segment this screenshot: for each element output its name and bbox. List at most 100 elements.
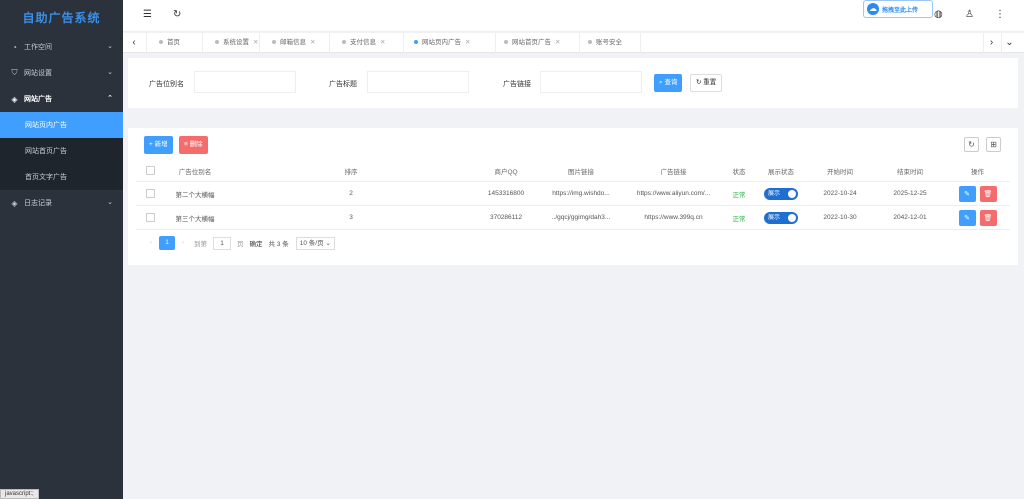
globe-icon[interactable]: ◍ xyxy=(934,9,943,20)
switch-knob xyxy=(788,189,796,198)
cell-alias: 第二个大横幅 xyxy=(175,191,215,199)
table-row: 第三个大横幅 3 370286112 ../gqcj/ggimg/dah3...… xyxy=(136,206,1010,230)
reset-button-label: 重置 xyxy=(703,79,717,86)
page-button-current[interactable]: 1 xyxy=(159,236,175,250)
columns-toggle-icon[interactable]: ⊞ xyxy=(986,137,1001,152)
col-header-start: 开始时间 xyxy=(827,168,853,176)
close-icon[interactable]: ✕ xyxy=(310,39,315,46)
switch-knob xyxy=(788,213,796,222)
sidebar-subitem-home-ads[interactable]: 网站首页广告 xyxy=(0,138,123,164)
close-icon[interactable]: ✕ xyxy=(380,39,385,46)
pencil-icon: ✎ xyxy=(964,214,970,222)
next-page-icon[interactable]: › xyxy=(175,236,191,250)
sidebar-item-workspace[interactable]: ◔ 工作空间 ⌄ xyxy=(0,34,123,60)
tab-payment[interactable]: 支付信息 ✕ xyxy=(329,33,403,53)
add-button[interactable]: + 新增 xyxy=(144,136,173,154)
cell-ad-link: https://www.aliyun.com/... xyxy=(636,190,711,197)
sidebar: 自助广告系统 ◔ 工作空间 ⌄ ⛉ 网站设置 ⌄ ◈ 网站广告 ⌃ 网站页内广告… xyxy=(0,0,123,499)
drag-upload-button[interactable]: ☁ 拖拽至此上传 xyxy=(863,0,933,18)
tab-label: 支付信息 xyxy=(350,39,376,46)
switch-label: 展示 xyxy=(768,214,781,221)
tab-label: 系统设置 xyxy=(223,39,249,46)
dashboard-icon: ◔ xyxy=(12,42,17,52)
upload-label: 拖拽至此上传 xyxy=(882,7,919,14)
user-icon[interactable]: ♙ xyxy=(965,9,974,20)
pencil-icon: ✎ xyxy=(964,190,970,198)
cell-qq: 1453316800 xyxy=(487,190,525,197)
cell-alias: 第三个大横幅 xyxy=(175,215,215,223)
goto-page-input[interactable]: 1 xyxy=(213,236,231,250)
chevron-down-icon: ⌄ xyxy=(107,199,113,206)
total-count: 共 3 条 xyxy=(268,241,289,248)
close-icon[interactable]: ✕ xyxy=(555,39,560,46)
tab-home-ads[interactable]: 网站首页广告 ✕ xyxy=(495,33,579,53)
refresh-icon[interactable]: ↻ xyxy=(173,9,181,20)
edit-button[interactable]: ✎ xyxy=(958,185,976,202)
col-header-link: 广告链接 xyxy=(660,168,687,176)
cell-end-time: 2042-12-01 xyxy=(893,214,927,221)
delete-button[interactable]: 🗑 xyxy=(979,209,997,226)
cell-image-link: ../gqcj/ggimg/dah3... xyxy=(551,214,611,221)
goto-confirm-button[interactable]: 确定 xyxy=(250,238,263,248)
cloud-upload-icon: ☁ xyxy=(867,3,879,15)
app-logo-title: 自助广告系统 xyxy=(22,11,101,25)
goto-label: 到第 xyxy=(194,241,207,248)
query-button[interactable]: ⌕ 查询 xyxy=(654,74,683,92)
tab-scroll-left-icon[interactable]: ‹ xyxy=(126,33,142,53)
sidebar-item-site-settings[interactable]: ⛉ 网站设置 ⌄ xyxy=(0,60,123,86)
close-icon[interactable]: ✕ xyxy=(253,39,258,46)
ad-alias-label: 广告位别名 xyxy=(149,81,184,88)
sidebar-subitem-text-ads[interactable]: 首页文字广告 xyxy=(0,164,123,190)
more-icon[interactable]: ⋮ xyxy=(995,9,1005,20)
tab-account-security[interactable]: 账号安全 xyxy=(579,33,641,53)
sidebar-subitem-inpage-ads[interactable]: 网站页内广告 xyxy=(0,112,123,138)
sidebar-item-label: 工作空间 xyxy=(24,44,52,51)
chevron-down-icon: ⌄ xyxy=(325,239,331,247)
row-checkbox[interactable] xyxy=(145,189,155,198)
batch-delete-button[interactable]: ≡ 删除 xyxy=(179,136,208,154)
edit-button[interactable]: ✎ xyxy=(958,209,976,226)
tab-inpage-ads[interactable]: 网站页内广告 ✕ xyxy=(403,33,495,53)
tab-email[interactable]: 邮箱信息 ✕ xyxy=(259,33,329,53)
page-size-select[interactable]: 10 条/页 ⌄ xyxy=(295,236,335,250)
tab-menu-icon[interactable]: ⌄ xyxy=(1001,33,1017,53)
sidebar-item-logs[interactable]: ◈ 日志记录 ⌄ xyxy=(0,190,123,216)
show-status-switch[interactable]: 展示 xyxy=(764,211,798,224)
cell-status: 正常 xyxy=(732,191,746,199)
tab-system-settings[interactable]: 系统设置 ✕ xyxy=(202,33,259,53)
tab-home[interactable]: 首页 xyxy=(146,33,202,53)
ad-link-label: 广告链接 xyxy=(503,81,531,88)
chevron-up-icon: ⌃ xyxy=(107,95,113,102)
tab-scroll-right-icon[interactable]: › xyxy=(983,33,999,53)
page-unit-label: 页 xyxy=(237,241,244,248)
table-row: 第二个大横幅 2 1453316800 https://img.wishdo..… xyxy=(136,182,1010,206)
show-status-switch[interactable]: 展示 xyxy=(764,187,798,200)
cell-start-time: 2022-10-24 xyxy=(823,190,857,197)
row-checkbox[interactable] xyxy=(145,213,155,222)
col-header-alias: 广告位别名 xyxy=(178,168,212,176)
sidebar-item-label: 网站广告 xyxy=(24,96,52,103)
close-icon[interactable]: ✕ xyxy=(465,39,470,46)
ad-alias-input[interactable] xyxy=(194,71,296,93)
refresh-table-icon[interactable]: ↻ xyxy=(964,137,979,152)
col-header-sort: 排序 xyxy=(344,168,358,176)
top-header: ☰ ↻ ☁ 拖拽至此上传 ◍ ♙ ⋮ xyxy=(123,0,1024,32)
search-icon: ⌕ xyxy=(659,79,663,86)
tab-label: 邮箱信息 xyxy=(280,39,306,46)
trash-icon: 🗑 xyxy=(983,214,993,222)
select-all-checkbox[interactable] xyxy=(145,166,155,175)
cell-status: 正常 xyxy=(732,215,746,223)
reset-button[interactable]: ↻ 重置 xyxy=(690,74,723,92)
chevron-down-icon: ⌄ xyxy=(107,69,113,76)
ads-table: 广告位别名 排序 商户QQ 图片链接 广告链接 状态 展示状态 开始时间 结束时… xyxy=(136,160,1010,230)
cell-end-time: 2025-12-25 xyxy=(893,190,927,197)
tab-label: 网站首页广告 xyxy=(512,39,551,46)
ad-title-input[interactable] xyxy=(367,71,469,93)
prev-page-icon[interactable]: ‹ xyxy=(143,236,159,250)
ad-link-input[interactable] xyxy=(540,71,642,93)
table-panel: + 新增 ≡ 删除 ↻ ⊞ 广告位别名 排序 商户QQ 图片链接 广告链接 状态… xyxy=(128,128,1018,265)
sidebar-item-site-ads[interactable]: ◈ 网站广告 ⌃ xyxy=(0,86,123,112)
menu-toggle-icon[interactable]: ☰ xyxy=(143,9,152,20)
tab-dot-icon xyxy=(342,40,346,45)
delete-button[interactable]: 🗑 xyxy=(979,185,997,202)
